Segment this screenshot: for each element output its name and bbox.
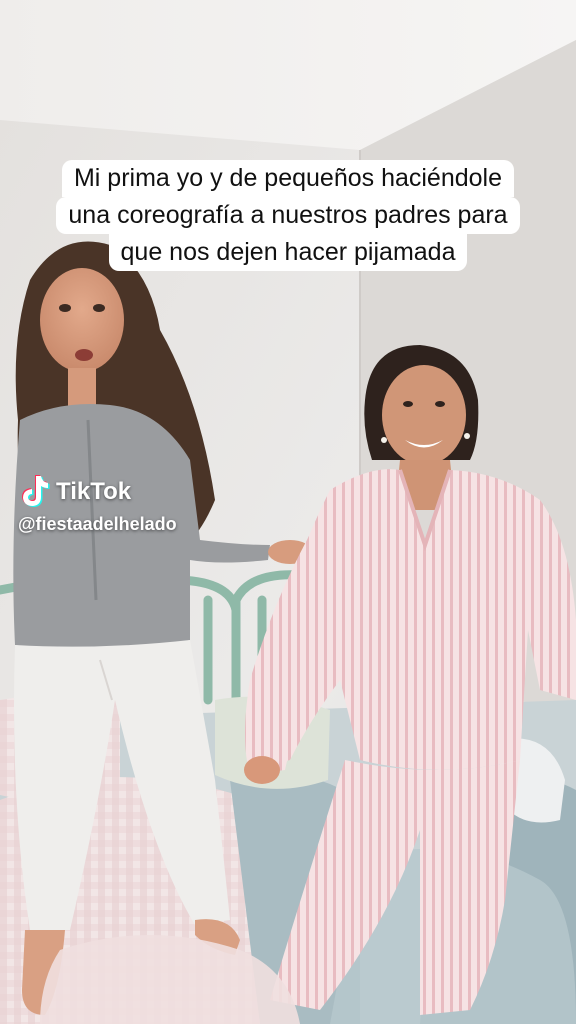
video-frame: Mi prima yo y de pequeños haciéndole una…: [0, 0, 576, 1024]
creator-handle: @fiestaadelhelado: [18, 514, 177, 534]
caption-overlay: Mi prima yo y de pequeños haciéndole una…: [0, 160, 576, 271]
tiktok-logo-icon: [22, 475, 50, 507]
tiktok-brand-label: TikTok: [56, 478, 132, 505]
caption-line: que nos dejen hacer pijamada: [108, 234, 468, 271]
caption-line: Mi prima yo y de pequeños haciéndole: [61, 160, 515, 197]
caption-line: una coreografía a nuestros padres para: [56, 197, 520, 234]
tiktok-watermark: TikTok @fiestaadelhelado: [18, 474, 177, 535]
